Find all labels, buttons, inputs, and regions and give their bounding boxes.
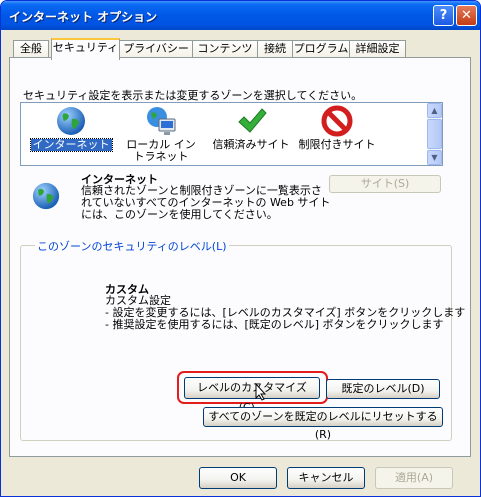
scroll-thumb[interactable] xyxy=(427,119,442,149)
zone-label-local-intranet: ローカル イントラネット xyxy=(126,138,196,163)
zone-label-restricted-sites: 制限付きサイト xyxy=(298,138,376,151)
zone-list[interactable]: インターネット ローカル イントラネット 信頼済みサイト 制限付きサイト ▲ ▼ xyxy=(20,102,443,166)
globe-icon xyxy=(57,107,85,135)
tab-connections[interactable]: 接続 xyxy=(257,40,293,57)
zone-item-local-intranet[interactable]: ローカル イントラネット xyxy=(117,105,205,163)
reset-all-zones-button[interactable]: すべてのゾーンを既定のレベルにリセットする(R) xyxy=(203,407,443,441)
close-button[interactable]: ✕ xyxy=(456,5,477,26)
internet-zone-globe-icon xyxy=(32,182,60,210)
tab-content[interactable]: コンテンツ xyxy=(192,40,258,57)
default-level-button[interactable]: 既定のレベル(D) xyxy=(326,379,440,399)
window-title: インターネット オプション xyxy=(9,10,158,24)
security-level-description: カスタム設定 - 設定を変更するには、[レベルのカスタマイズ] ボタンをクリック… xyxy=(105,295,465,331)
sites-button[interactable]: サイト(S) xyxy=(329,175,441,193)
level-line: - 推奨設定を使用するには、[既定のレベル] ボタンをクリックします xyxy=(105,318,444,331)
mouse-cursor-icon xyxy=(255,383,267,401)
zone-select-prompt: セキュリティ設定を表示または変更するゾーンを選択してください。 xyxy=(23,89,363,102)
tab-security[interactable]: セキュリティ xyxy=(51,38,120,60)
tab-privacy[interactable]: プライバシー xyxy=(119,40,193,57)
zone-item-trusted-sites[interactable]: 信頼済みサイト xyxy=(207,105,295,151)
internet-options-window: インターネット オプション ? ✕ 全般 セキュリティ プライバシー コンテンツ… xyxy=(0,0,481,497)
security-level-legend: このゾーンのセキュリティのレベル(L) xyxy=(35,238,229,254)
restricted-icon xyxy=(321,105,353,137)
local-intranet-icon xyxy=(147,107,176,135)
cancel-button[interactable]: キャンセル xyxy=(287,467,365,489)
apply-button[interactable]: 適用(A) xyxy=(375,467,453,489)
zone-info-description: 信頼されたゾーンと制限付きゾーンに一覧表示されていないすべてのインターネットの … xyxy=(81,184,331,221)
zone-label-internet: インターネット xyxy=(29,138,113,152)
green-checkmark-icon xyxy=(238,108,267,133)
zone-label-trusted-sites: 信頼済みサイト xyxy=(212,138,290,151)
tab-programs[interactable]: プログラム xyxy=(292,40,350,57)
zone-item-restricted-sites[interactable]: 制限付きサイト xyxy=(293,105,381,151)
tab-general[interactable]: 全般 xyxy=(13,40,49,57)
help-button[interactable]: ? xyxy=(433,5,454,26)
zone-item-internet[interactable]: インターネット xyxy=(27,105,115,152)
ok-button[interactable]: OK xyxy=(199,467,277,489)
scroll-down-icon[interactable]: ▼ xyxy=(427,150,442,165)
tab-advanced[interactable]: 詳細設定 xyxy=(349,40,406,57)
scroll-up-icon[interactable]: ▲ xyxy=(427,103,442,118)
title-bar[interactable]: インターネット オプション ? ✕ xyxy=(1,1,480,30)
zone-list-scrollbar[interactable]: ▲ ▼ xyxy=(427,103,442,165)
custom-level-button[interactable]: レベルのカスタマイズ(C)... xyxy=(184,377,320,414)
